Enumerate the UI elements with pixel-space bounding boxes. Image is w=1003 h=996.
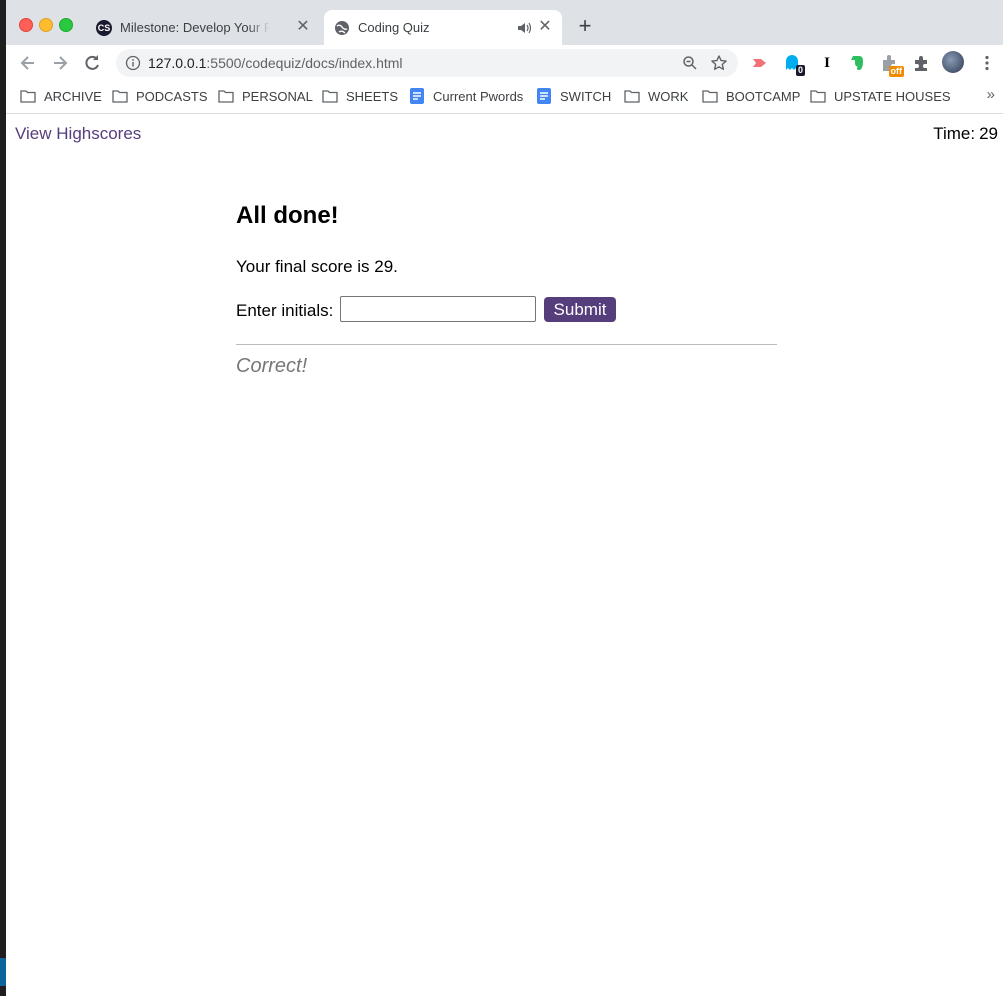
- initials-input[interactable]: [340, 296, 536, 322]
- folder-icon: [322, 90, 338, 103]
- bookmark-label: BOOTCAMP: [726, 89, 801, 104]
- bookmark-label: Current Pwords: [433, 89, 524, 104]
- folder-icon: [218, 90, 234, 103]
- bookmark-label: PODCASTS: [136, 89, 208, 104]
- tab-milestone[interactable]: CS Milestone: Develop Your Resume ✕: [86, 10, 320, 45]
- folder-icon: [702, 90, 718, 103]
- folder-icon: [624, 90, 640, 103]
- timer-value: 29: [979, 124, 998, 143]
- url-path: :5500/codequiz/docs/index.html: [206, 55, 403, 71]
- extension-off-icon[interactable]: off: [880, 54, 904, 77]
- tab-title: Coding Quiz: [358, 20, 430, 35]
- pocket-like-icon[interactable]: [751, 54, 769, 72]
- tab-coding-quiz[interactable]: Coding Quiz ✕: [324, 10, 562, 45]
- page-content: View Highscores Time: 29 All done! Your f…: [6, 114, 1003, 996]
- minimize-window-button[interactable]: [39, 18, 53, 32]
- menu-dots-icon[interactable]: [978, 54, 996, 72]
- close-window-button[interactable]: [19, 18, 33, 32]
- answer-feedback: Correct!: [236, 355, 308, 377]
- bookmark-label: UPSTATE HOUSES: [834, 89, 951, 104]
- folder-icon: [20, 90, 36, 103]
- zoom-window-button[interactable]: [59, 18, 73, 32]
- ghostery-icon[interactable]: 0: [783, 54, 805, 76]
- cs-favicon-icon: CS: [96, 20, 112, 36]
- puzzle-icon[interactable]: [912, 54, 930, 72]
- close-tab-icon[interactable]: ✕: [294, 18, 312, 36]
- ghostery-badge: 0: [795, 65, 805, 76]
- bookmark-label: SWITCH: [560, 89, 612, 104]
- submit-button[interactable]: Submit: [544, 297, 616, 322]
- doc-icon: [410, 88, 424, 104]
- new-tab-button[interactable]: +: [574, 15, 596, 38]
- back-arrow-icon[interactable]: [18, 53, 38, 73]
- bookmarks-bar: ARCHIVE PODCASTS PERSONAL SHEETS Current…: [6, 82, 1003, 114]
- url-text: 127.0.0.1:5500/codequiz/docs/index.html: [148, 55, 403, 71]
- folder-icon: [112, 90, 128, 103]
- address-bar[interactable]: 127.0.0.1:5500/codequiz/docs/index.html: [116, 49, 738, 77]
- speaker-icon[interactable]: [516, 20, 532, 36]
- instapaper-icon[interactable]: I: [818, 54, 836, 72]
- bookmark-label: PERSONAL: [242, 89, 313, 104]
- bookmark-label: SHEETS: [346, 89, 399, 104]
- profile-avatar[interactable]: [942, 51, 964, 73]
- bookmark-label: WORK: [648, 89, 689, 104]
- info-icon[interactable]: [125, 55, 141, 71]
- tab-title: Milestone: Develop Your Resume: [120, 20, 270, 35]
- page-title: All done!: [236, 202, 339, 229]
- timer: Time: 29: [933, 124, 998, 144]
- globe-icon: [335, 21, 349, 35]
- zoom-icon[interactable]: [682, 55, 698, 71]
- view-highscores-link[interactable]: View Highscores: [15, 124, 141, 144]
- quiz-end-screen: All done! Your final score is 29. Enter …: [236, 202, 777, 377]
- timer-label: Time:: [933, 124, 976, 143]
- tab-strip: CS Milestone: Develop Your Resume ✕ Codi…: [6, 0, 1003, 45]
- browser-window: CS Milestone: Develop Your Resume ✕ Codi…: [6, 0, 1003, 996]
- final-score-text: Your final score is 29.: [236, 257, 398, 276]
- initials-label: Enter initials:: [236, 301, 334, 320]
- divider: [236, 344, 777, 345]
- bookmark-star-icon[interactable]: [710, 54, 728, 72]
- reload-icon[interactable]: [82, 53, 102, 73]
- close-tab-icon[interactable]: ✕: [536, 18, 554, 36]
- more-bookmarks-button[interactable]: »: [987, 86, 995, 103]
- browser-toolbar: 127.0.0.1:5500/codequiz/docs/index.html …: [6, 45, 1003, 82]
- extension-off-badge: off: [888, 66, 904, 77]
- url-host: 127.0.0.1: [148, 55, 207, 71]
- folder-icon: [810, 90, 826, 103]
- doc-icon: [537, 88, 551, 104]
- forward-arrow-icon[interactable]: [50, 53, 70, 73]
- bookmark-label: ARCHIVE: [44, 89, 102, 104]
- evernote-icon[interactable]: [848, 54, 866, 72]
